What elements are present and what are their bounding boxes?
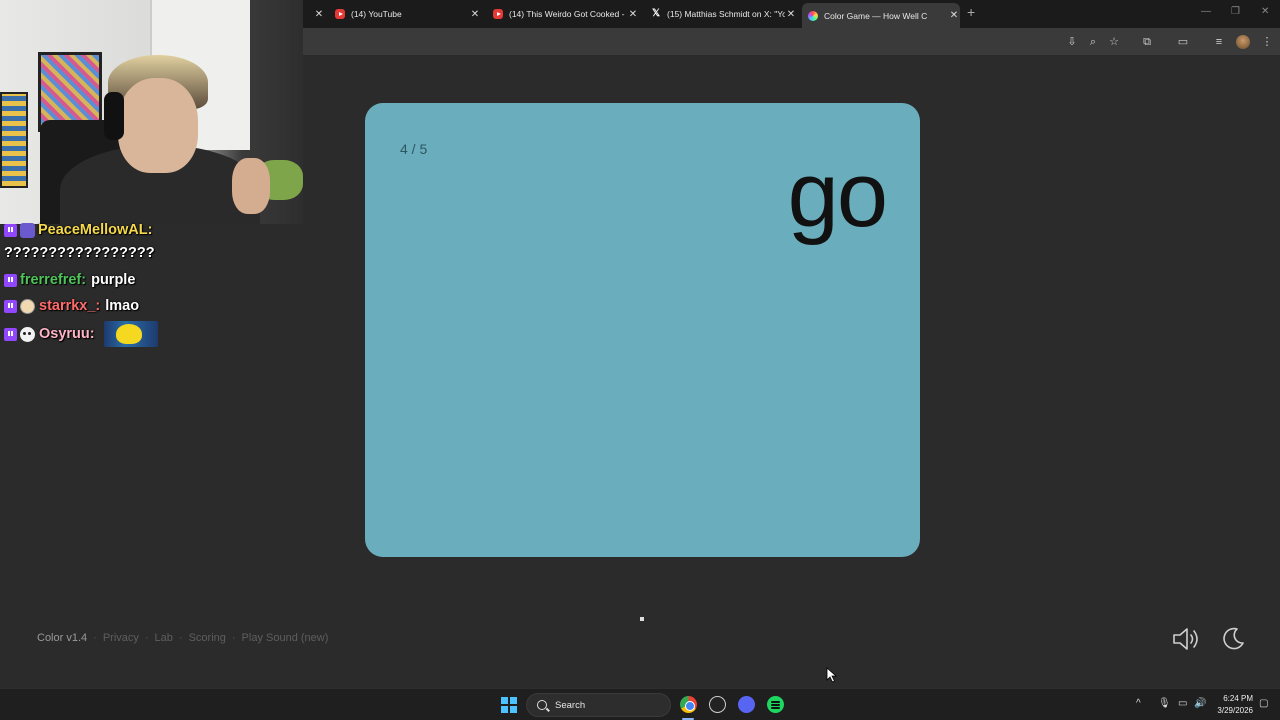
footer-link-scoring[interactable]: Scoring [189,632,226,644]
network-icon[interactable]: ▭ [1178,698,1187,709]
more-menu-icon[interactable]: ⋮ [1260,35,1274,49]
webcam-overlay [0,0,303,224]
zoom-icon[interactable]: ⌕ [1086,35,1100,49]
color-word: go [787,144,888,246]
taskbar-search[interactable]: Search [526,693,671,717]
footer-link-privacy[interactable]: Privacy [103,632,139,644]
subscriber-badge-icon [20,222,35,238]
bookmark-star-icon[interactable]: ☆ [1107,35,1121,49]
tab-color-game[interactable]: Color Game — How Well C ✕ [802,3,960,28]
tab-video[interactable]: (14) This Weirdo Got Cooked - ✕ [487,3,639,25]
chat-username: starrkx_: [39,298,101,314]
minion-emote-icon [103,321,158,347]
browser-tab-strip: ✕ (14) YouTube ✕ (14) This Weirdo Got Co… [303,0,1280,28]
twitch-badge-icon [4,223,17,237]
new-tab-icon[interactable]: + [967,4,975,20]
emoji-badge-icon [20,298,35,314]
color-game-icon [808,10,818,21]
extensions-icon[interactable]: ⧉ [1140,35,1154,49]
color-card[interactable]: 4 / 5 go [365,103,920,557]
close-icon[interactable]: ✕ [785,9,797,20]
chat-username: Osyruu: [39,326,95,342]
footer-link-play-sound[interactable]: Play Sound (new) [242,632,329,644]
volume-icon[interactable]: 🔊 [1194,698,1206,709]
clock-time: 6:24 PM [1223,694,1253,703]
search-icon [537,700,547,710]
cast-icon[interactable]: ▭ [1176,35,1190,49]
window-close-icon[interactable]: ✕ [1261,6,1269,17]
chat-message: PeaceMellowAL: [4,222,157,238]
x-icon: 𝕏 [651,8,661,19]
profile-avatar-icon[interactable] [1236,35,1250,49]
tray-overflow-icon[interactable]: ^ [1136,698,1141,709]
tab-title: (14) This Weirdo Got Cooked - [509,9,625,19]
discord-icon[interactable] [738,696,755,713]
youtube-icon [493,9,503,19]
clock-date: 3/29/2026 [1217,706,1253,715]
media-icon[interactable]: ≡ [1212,35,1226,49]
site-footer: Color v1.4 · Privacy · Lab · Scoring · P… [37,632,329,644]
maximize-icon[interactable]: ❐ [1231,6,1240,17]
spotify-icon[interactable] [767,696,784,713]
mouse-cursor-icon [826,667,838,683]
skull-badge-icon [20,326,35,342]
twitch-badge-icon [4,327,17,341]
chrome-icon[interactable] [680,696,697,713]
notifications-icon[interactable]: ▢ [1259,698,1268,709]
chat-message-text: ????????????????? [4,245,155,261]
chat-message: Osyruu: [4,321,158,347]
search-label: Search [555,699,586,711]
screen: ✕ (14) YouTube ✕ (14) This Weirdo Got Co… [0,0,1280,720]
youtube-icon [335,9,345,19]
chat-text: ????????????????? [4,245,155,261]
brand-version: Color v1.4 [37,632,88,644]
tab-close-partial[interactable]: ✕ [307,3,327,25]
chat-message: frerrefref: purple [4,272,135,288]
windows-start-icon[interactable] [501,697,517,713]
close-icon[interactable]: ✕ [313,9,325,20]
install-icon[interactable]: ⇩ [1065,35,1079,49]
tab-x-post[interactable]: 𝕏 (15) Matthias Schmidt on X: "Yo ✕ [645,3,797,25]
chat-text: lmao [105,298,140,314]
speaker-icon[interactable] [1171,626,1201,652]
taskbar: Search ^ 🎙 ▭ 🔊 6:24 PM 3/29/2026 ▢ [0,688,1280,720]
progress-dot [640,617,644,621]
twitch-badge-icon [4,273,17,287]
tab-title: (15) Matthias Schmidt on X: "Yo [667,9,785,19]
chat-username: frerrefref: [20,272,87,288]
chat-text: purple [91,272,136,288]
tab-title: (14) YouTube [351,9,402,19]
system-clock[interactable]: 6:24 PM 3/29/2026 [1210,693,1253,717]
microphone-icon[interactable]: 🎙 [1158,698,1171,709]
footer-link-lab[interactable]: Lab [155,632,173,644]
browser-toolbar: ⇩ ⌕ ☆ ⧉ ▭ ≡ ⋮ [303,28,1280,56]
close-icon[interactable]: ✕ [627,9,639,20]
close-icon[interactable]: ✕ [948,10,960,21]
twitch-badge-icon [4,299,17,313]
chat-message: starrkx_: lmao [4,298,139,314]
moon-icon[interactable] [1220,626,1246,652]
tab-youtube[interactable]: (14) YouTube ✕ [329,3,481,25]
close-icon[interactable]: ✕ [469,9,481,20]
obs-icon[interactable] [709,696,726,713]
chat-username: PeaceMellowAL: [38,222,153,238]
tab-title: Color Game — How Well C [824,10,928,21]
minimize-icon[interactable]: — [1201,6,1211,17]
round-counter: 4 / 5 [400,141,428,157]
